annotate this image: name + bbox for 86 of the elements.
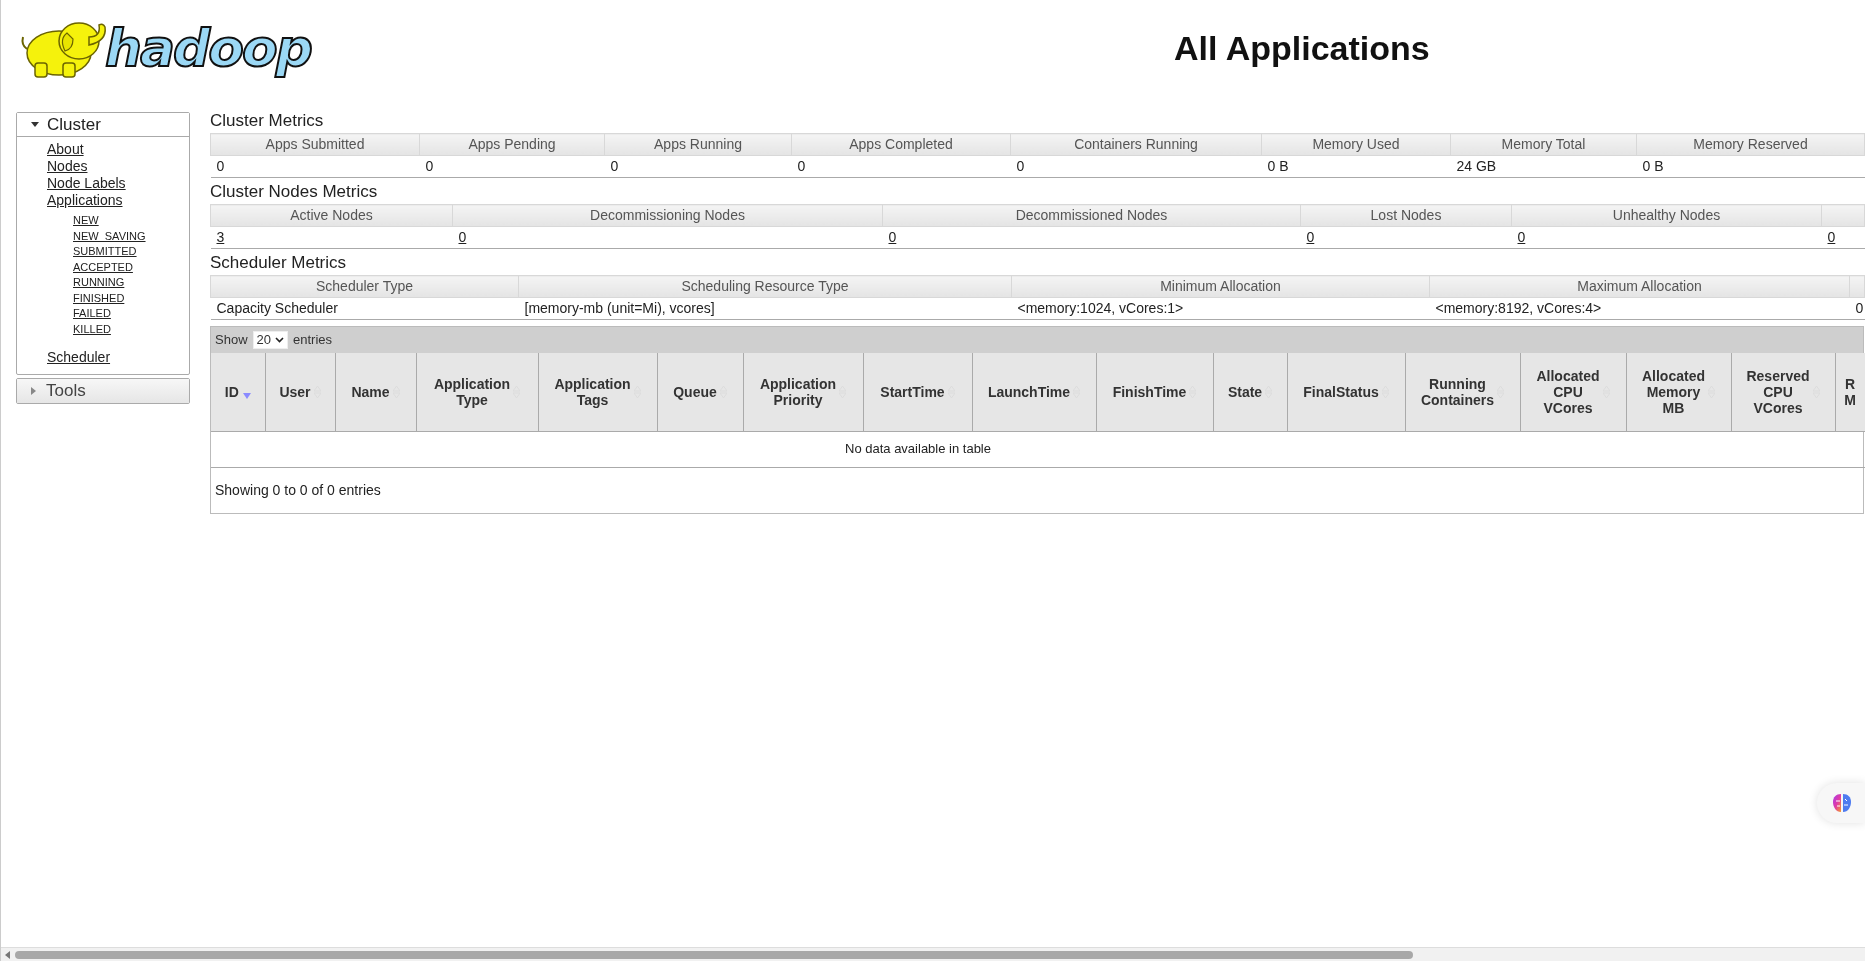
sortable-column-header[interactable]: Queue — [657, 353, 743, 431]
metric-value: Capacity Scheduler — [216, 300, 338, 316]
sortable-column-header[interactable]: R M — [1835, 353, 1865, 431]
column-header: Minimum Allocation — [1011, 275, 1430, 298]
empty-table-message: No data available in table — [845, 441, 991, 457]
sortable-column-header[interactable]: Allocated CPU VCores — [1520, 353, 1626, 431]
sortable-column-header[interactable]: Allocated Memory MB — [1626, 353, 1731, 431]
sortable-column-header[interactable]: Application Tags — [538, 353, 657, 431]
column-header: Apps Submitted — [210, 133, 420, 156]
column-header: Apps Completed — [791, 133, 1011, 156]
table-info: Showing 0 to 0 of 0 entries — [215, 480, 381, 500]
brain-icon — [1831, 792, 1853, 814]
column-header: Apps Pending — [419, 133, 605, 156]
caret-right-icon — [31, 387, 36, 395]
metric-link[interactable]: 0 — [888, 229, 897, 245]
column-header: Lost Nodes — [1300, 204, 1512, 227]
sidebar-link[interactable]: About — [47, 141, 84, 158]
section-heading: Cluster Nodes Metrics — [210, 181, 379, 203]
sortable-column-header[interactable]: Application Type — [416, 353, 538, 431]
metric-value: 0 — [1855, 300, 1864, 316]
sortable-column-header[interactable]: Name — [335, 353, 416, 431]
metric-value: 0 — [425, 158, 434, 174]
sortable-column-header[interactable]: FinalStatus — [1287, 353, 1405, 431]
entries-label: entries — [293, 331, 333, 350]
sidebar-link[interactable]: Nodes — [47, 158, 88, 175]
metric-value: 0 — [610, 158, 619, 174]
metric-link[interactable]: 0 — [458, 229, 467, 245]
sidebar-link[interactable]: Node Labels — [47, 175, 126, 192]
column-header: Scheduling Resource Type — [518, 275, 1012, 298]
sortable-column-header[interactable]: Reserved CPU VCores — [1731, 353, 1835, 431]
column-header: Decommissioning Nodes — [452, 204, 883, 227]
sidebar-link[interactable]: ACCEPTED — [73, 259, 133, 275]
sidebar-link[interactable]: SUBMITTED — [73, 244, 137, 260]
sidebar-link[interactable]: FAILED — [73, 306, 111, 322]
sortable-column-header[interactable]: Application Priority — [743, 353, 863, 431]
metric-link[interactable]: 0 — [1306, 229, 1315, 245]
column-header: Memory Used — [1261, 133, 1451, 156]
show-label: Show — [215, 331, 248, 350]
sidebar-link[interactable]: NEW — [73, 213, 99, 229]
sidebar-link[interactable]: KILLED — [73, 321, 111, 337]
column-header: Memory Total — [1450, 133, 1637, 156]
metric-value: 0 — [216, 158, 225, 174]
metric-value: <memory:8192, vCores:4> — [1435, 300, 1602, 316]
sortable-column-header[interactable]: State — [1213, 353, 1287, 431]
sortable-column-header[interactable]: User — [265, 353, 335, 431]
page-title: All Applications — [1174, 27, 1430, 69]
sidebar-link[interactable]: FINISHED — [73, 290, 125, 306]
section-toggle[interactable]: Tools — [17, 379, 189, 403]
sortable-column-header[interactable]: StartTime — [863, 353, 972, 431]
sortable-column-header[interactable]: ID — [211, 353, 265, 431]
metric-link[interactable]: 3 — [216, 229, 225, 245]
entries-select[interactable]: 20 — [252, 331, 288, 349]
sidebar-link[interactable]: Applications — [47, 192, 123, 209]
sidebar-link[interactable]: RUNNING — [73, 275, 125, 291]
sort-descending-icon — [242, 392, 251, 399]
metric-link[interactable]: 0 — [1827, 229, 1836, 245]
horizontal-scrollbar[interactable] — [1, 947, 1865, 961]
metric-value: 0 B — [1642, 158, 1664, 174]
metric-value: 0 — [1016, 158, 1025, 174]
metric-link[interactable]: 0 — [1517, 229, 1526, 245]
scroll-left-icon — [4, 950, 12, 959]
column-header: Scheduler Type — [210, 275, 519, 298]
sortable-column-header[interactable]: LaunchTime — [972, 353, 1096, 431]
metric-value: 0 B — [1267, 158, 1289, 174]
column-header: Memory Reserved — [1636, 133, 1865, 156]
caret-down-icon — [31, 122, 39, 127]
section-heading: Cluster Metrics — [210, 110, 325, 132]
column-header: Decommissioned Nodes — [882, 204, 1301, 227]
sortable-column-header[interactable]: FinishTime — [1096, 353, 1213, 431]
metric-value: [memory-mb (unit=Mi), vcores] — [524, 300, 715, 316]
sortable-column-header[interactable]: Running Containers — [1405, 353, 1520, 431]
column-header: Maximum Allocation — [1429, 275, 1850, 298]
scrollbar-thumb[interactable] — [15, 950, 1413, 959]
column-header: Active Nodes — [210, 204, 453, 227]
sidebar-link[interactable]: NEW_SAVING — [73, 228, 146, 244]
metric-value: 0 — [797, 158, 806, 174]
column-header: Unhealthy Nodes — [1511, 204, 1822, 227]
section-toggle[interactable]: Cluster — [17, 113, 189, 137]
metric-value: <memory:1024, vCores:1> — [1017, 300, 1184, 316]
metric-value: 24 GB — [1456, 158, 1497, 174]
section-heading: Scheduler Metrics — [210, 252, 348, 274]
sidebar-link[interactable]: Scheduler — [47, 349, 111, 366]
assistant-button[interactable] — [1817, 783, 1865, 823]
column-header: Apps Running — [604, 133, 792, 156]
column-header: Containers Running — [1010, 133, 1262, 156]
chevron-down-icon — [275, 337, 284, 343]
